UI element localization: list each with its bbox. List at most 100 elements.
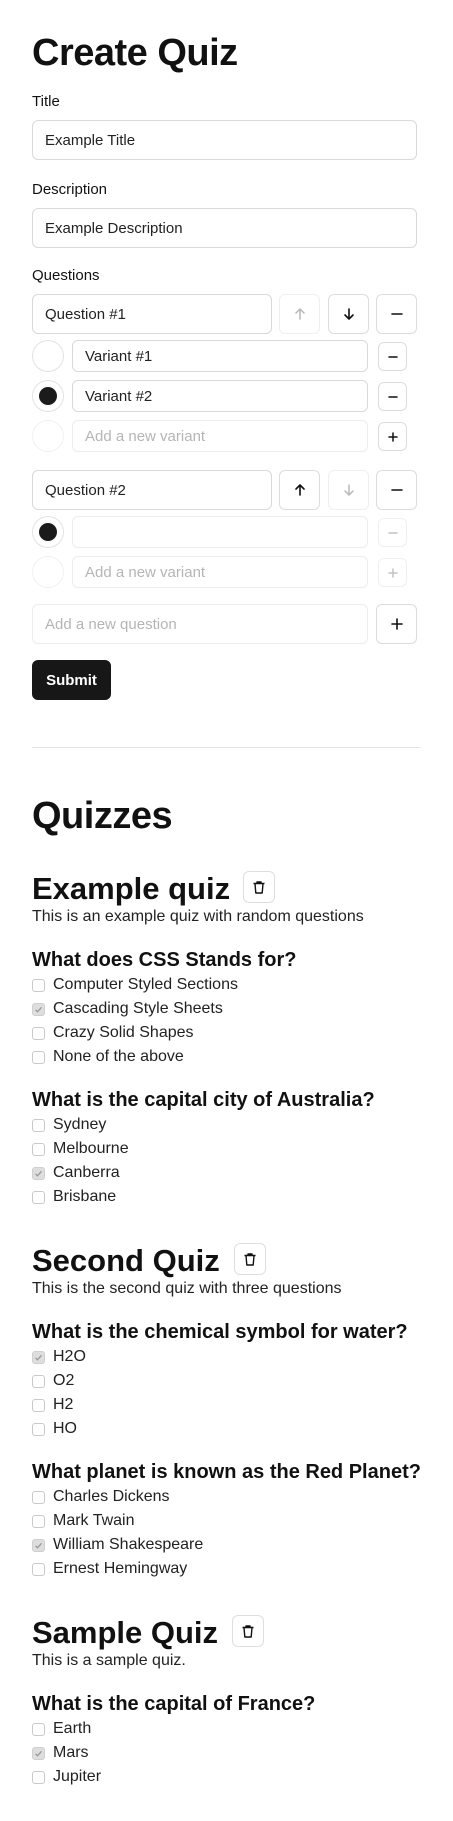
remove-variant-button[interactable] bbox=[378, 342, 407, 371]
quiz-title: Example quiz bbox=[32, 871, 231, 906]
remove-variant-button[interactable] bbox=[378, 382, 407, 411]
quiz-option[interactable]: Charles Dickens bbox=[32, 1488, 169, 1506]
trash-icon bbox=[244, 1252, 256, 1266]
question-input[interactable]: Question #1 bbox=[32, 294, 272, 334]
plus-icon bbox=[387, 567, 398, 578]
option-checkbox-checked[interactable] bbox=[32, 1538, 45, 1552]
quiz-option[interactable]: Crazy Solid Shapes bbox=[32, 1024, 194, 1042]
option-label: Charles Dickens bbox=[53, 1488, 170, 1505]
arrow-up-icon bbox=[294, 308, 305, 320]
minus-icon bbox=[390, 313, 403, 315]
option-checkbox[interactable] bbox=[32, 1050, 45, 1064]
page-title: Create Quiz bbox=[32, 32, 238, 74]
remove-variant-button[interactable] bbox=[378, 518, 407, 547]
quiz-description: This is a sample quiz. bbox=[32, 1652, 186, 1669]
quiz-option[interactable]: Mars bbox=[32, 1744, 89, 1762]
check-icon bbox=[35, 1354, 42, 1361]
quiz-question: What planet is known as the Red Planet? bbox=[32, 1461, 421, 1483]
remove-question-button[interactable] bbox=[376, 294, 417, 334]
quiz-option[interactable]: H2 bbox=[32, 1396, 73, 1414]
variant-radio[interactable] bbox=[32, 340, 64, 372]
arrow-down-icon bbox=[343, 308, 354, 320]
quiz-option[interactable]: Sydney bbox=[32, 1116, 106, 1134]
option-checkbox[interactable] bbox=[32, 1026, 45, 1040]
move-up-button[interactable] bbox=[279, 470, 320, 510]
option-checkbox[interactable] bbox=[32, 1562, 45, 1576]
option-label: William Shakespeare bbox=[53, 1536, 204, 1553]
option-label: Computer Styled Sections bbox=[53, 976, 238, 993]
new-variant-input[interactable]: Add a new variant bbox=[72, 556, 368, 588]
plus-icon bbox=[390, 618, 403, 630]
new-variant-radio bbox=[32, 420, 64, 452]
move-up-button[interactable] bbox=[279, 294, 320, 334]
quiz-question: What is the capital city of Australia? bbox=[32, 1089, 375, 1111]
check-icon bbox=[35, 1006, 42, 1013]
variant-input[interactable]: Variant #1 bbox=[72, 340, 368, 372]
quiz-option[interactable]: Cascading Style Sheets bbox=[32, 1000, 223, 1018]
remove-question-button[interactable] bbox=[376, 470, 417, 510]
delete-quiz-button[interactable] bbox=[243, 871, 275, 903]
quiz-question: What is the chemical symbol for water? bbox=[32, 1321, 408, 1343]
arrow-up-icon bbox=[294, 484, 305, 496]
quiz-option[interactable]: None of the above bbox=[32, 1048, 184, 1066]
option-label: Crazy Solid Shapes bbox=[53, 1024, 194, 1041]
quiz-option[interactable]: Canberra bbox=[32, 1164, 120, 1182]
option-checkbox[interactable] bbox=[32, 1514, 45, 1528]
check-icon bbox=[35, 1170, 42, 1177]
move-down-button[interactable] bbox=[328, 470, 369, 510]
quiz-option[interactable]: Mark Twain bbox=[32, 1512, 135, 1530]
question-input[interactable]: Question #2 bbox=[32, 470, 272, 510]
new-variant-input[interactable]: Add a new variant bbox=[72, 420, 368, 452]
quiz-description: This is the second quiz with three quest… bbox=[32, 1280, 342, 1297]
add-question-button[interactable] bbox=[376, 604, 417, 644]
quiz-option[interactable]: HO bbox=[32, 1420, 77, 1438]
quiz-option[interactable]: Melbourne bbox=[32, 1140, 129, 1158]
quiz-option[interactable]: Earth bbox=[32, 1720, 91, 1738]
option-checkbox-checked[interactable] bbox=[32, 1002, 45, 1016]
option-checkbox[interactable] bbox=[32, 1142, 45, 1156]
add-variant-button[interactable] bbox=[378, 558, 407, 587]
title-label: Title bbox=[32, 93, 60, 110]
new-variant-radio bbox=[32, 556, 64, 588]
variant-radio-selected[interactable] bbox=[32, 380, 64, 412]
option-checkbox[interactable] bbox=[32, 1398, 45, 1412]
option-checkbox[interactable] bbox=[32, 1374, 45, 1388]
title-input[interactable]: Example Title bbox=[32, 120, 417, 160]
variant-input[interactable] bbox=[72, 516, 368, 548]
option-checkbox-checked[interactable] bbox=[32, 1746, 45, 1760]
option-checkbox[interactable] bbox=[32, 1422, 45, 1436]
quiz-option[interactable]: H2O bbox=[32, 1348, 86, 1366]
option-label: Mars bbox=[53, 1744, 89, 1761]
option-checkbox-checked[interactable] bbox=[32, 1166, 45, 1180]
quiz-option[interactable]: Jupiter bbox=[32, 1768, 101, 1786]
variant-radio-selected[interactable] bbox=[32, 516, 64, 548]
option-checkbox[interactable] bbox=[32, 1118, 45, 1132]
option-label: None of the above bbox=[53, 1048, 184, 1065]
delete-quiz-button[interactable] bbox=[232, 1615, 264, 1647]
delete-quiz-button[interactable] bbox=[234, 1243, 266, 1275]
minus-icon bbox=[387, 531, 398, 534]
option-checkbox[interactable] bbox=[32, 1722, 45, 1736]
option-label: Sydney bbox=[53, 1116, 107, 1133]
option-checkbox-checked[interactable] bbox=[32, 1350, 45, 1364]
move-down-button[interactable] bbox=[328, 294, 369, 334]
option-label: O2 bbox=[53, 1372, 75, 1389]
quiz-option[interactable]: O2 bbox=[32, 1372, 74, 1390]
plus-icon bbox=[387, 431, 398, 442]
add-variant-button[interactable] bbox=[378, 422, 407, 451]
option-checkbox[interactable] bbox=[32, 1770, 45, 1784]
quiz-option[interactable]: Brisbane bbox=[32, 1188, 116, 1206]
quiz-option[interactable]: Computer Styled Sections bbox=[32, 976, 238, 994]
new-question-input[interactable]: Add a new question bbox=[32, 604, 368, 644]
option-checkbox[interactable] bbox=[32, 1490, 45, 1504]
arrow-down-icon bbox=[343, 484, 354, 496]
quiz-option[interactable]: Ernest Hemingway bbox=[32, 1560, 187, 1578]
option-checkbox[interactable] bbox=[32, 1190, 45, 1204]
quiz-option[interactable]: William Shakespeare bbox=[32, 1536, 203, 1554]
description-input[interactable]: Example Description bbox=[32, 208, 417, 248]
minus-icon bbox=[387, 355, 398, 358]
submit-button[interactable]: Submit bbox=[32, 660, 111, 700]
variant-input[interactable]: Variant #2 bbox=[72, 380, 368, 412]
quiz-title: Second Quiz bbox=[32, 1243, 220, 1278]
option-checkbox[interactable] bbox=[32, 978, 45, 992]
